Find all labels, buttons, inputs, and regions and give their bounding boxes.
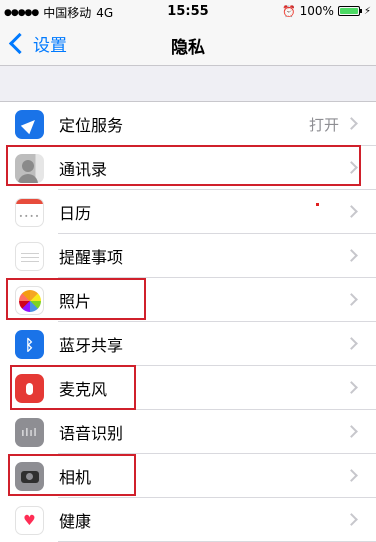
list-item-label: 相机 (59, 468, 92, 487)
chevron-right-icon (345, 469, 358, 482)
camera-icon (15, 462, 44, 491)
list-item-microphone[interactable]: 麦克风 (0, 366, 376, 410)
chevron-right-icon (345, 425, 358, 438)
list-item-value: 打开 (308, 115, 339, 134)
list-item-label: 麦克风 (59, 380, 108, 399)
list-item-photos[interactable]: 照片 (0, 278, 376, 322)
list-item-label: 提醒事项 (59, 248, 124, 267)
list-item-speech-recognition[interactable]: ılıl 语音识别 (0, 410, 376, 454)
list-item-label: 照片 (59, 292, 92, 311)
list-item-label: 健康 (59, 512, 92, 531)
status-bar: ●●●●● 中国移动 4G 15:55 ⏰ 100% ⚡ (0, 0, 376, 22)
list-item-label: 定位服务 (59, 116, 124, 135)
chevron-right-icon (345, 513, 358, 526)
battery-fill (339, 8, 358, 14)
charging-icon: ⚡ (363, 5, 371, 17)
list-item-label: 日历 (59, 204, 92, 223)
photos-icon (15, 286, 44, 315)
navigation-bar: 设置 隐私 (0, 22, 376, 66)
bluetooth-icon: ᛒ (15, 330, 44, 359)
list-item-reminders[interactable]: 提醒事项 (0, 234, 376, 278)
health-icon: ♥ (15, 506, 44, 535)
battery-percentage: 100% (299, 4, 334, 18)
chevron-right-icon (345, 293, 358, 306)
chevron-right-icon (345, 161, 358, 174)
chevron-right-icon (345, 205, 358, 218)
list-item-location-services[interactable]: 定位服务 打开 (0, 102, 376, 146)
location-icon (15, 110, 44, 139)
list-item-camera[interactable]: 相机 (0, 454, 376, 498)
chevron-right-icon (345, 117, 358, 130)
list-item-label: 语音识别 (59, 424, 124, 443)
list-item-contacts[interactable]: 通讯录 (0, 146, 376, 190)
reminders-icon (15, 242, 44, 271)
list-item-calendar[interactable]: ∙∙∙∙ 日历 (0, 190, 376, 234)
status-right: ⏰ 100% ⚡ (282, 4, 371, 18)
list-item-bluetooth-sharing[interactable]: ᛒ 蓝牙共享 (0, 322, 376, 366)
list-item-label: 通讯录 (59, 160, 108, 179)
chevron-right-icon (345, 249, 358, 262)
contacts-icon (15, 154, 44, 183)
speech-recognition-icon: ılıl (15, 418, 44, 447)
page-title: 隐私 (171, 38, 205, 58)
list-item-health[interactable]: ♥ 健康 (0, 498, 376, 542)
calendar-icon: ∙∙∙∙ (15, 198, 44, 227)
chevron-right-icon (345, 381, 358, 394)
chevron-right-icon (345, 337, 358, 350)
alarm-icon: ⏰ (281, 4, 296, 18)
list-item-label: 蓝牙共享 (59, 336, 124, 355)
annotation-dot (316, 203, 319, 206)
battery-icon (337, 6, 362, 16)
microphone-icon (15, 374, 44, 403)
privacy-list: 定位服务 打开 通讯录 ∙∙∙∙ 日历 提醒事项 照片 ᛒ 蓝牙共享 麦克风 ı… (0, 101, 376, 542)
